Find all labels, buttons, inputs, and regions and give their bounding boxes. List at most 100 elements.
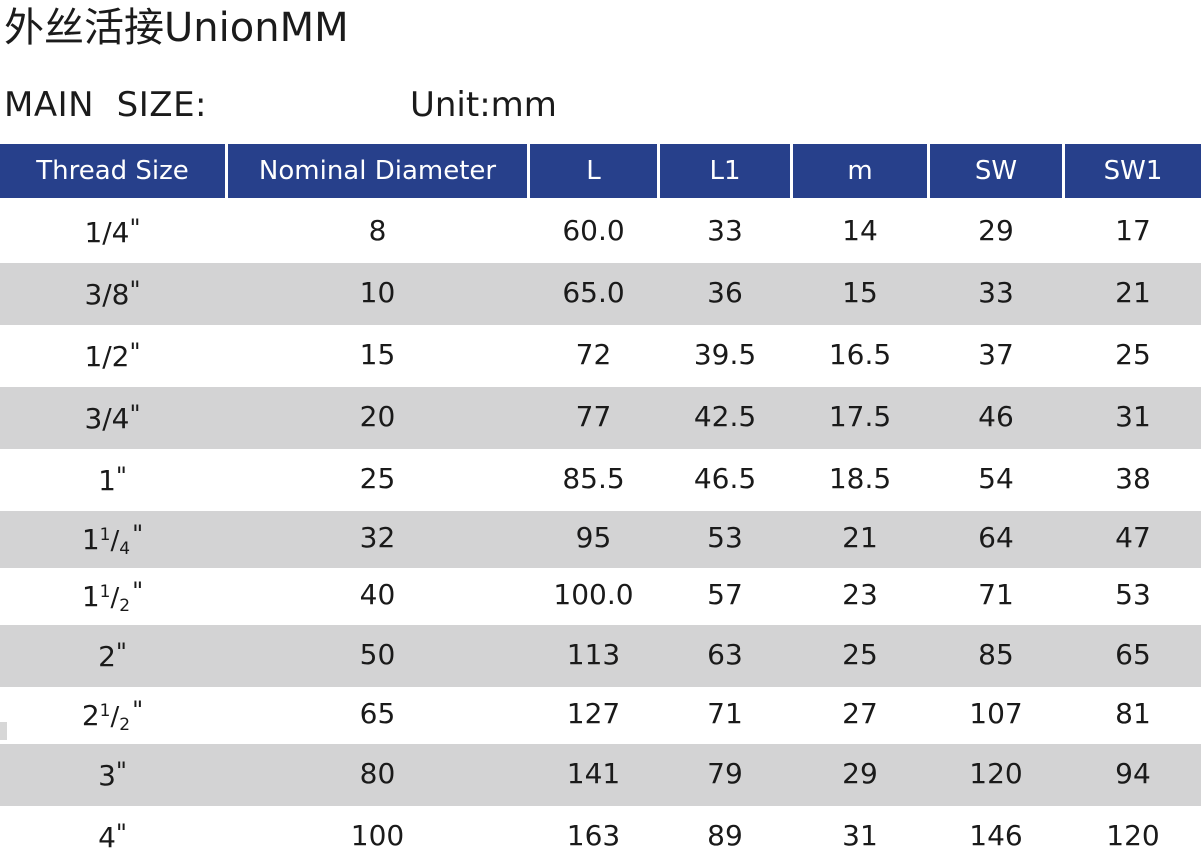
thread-size-fraction: 11/2": [82, 579, 143, 615]
inch-mark: ": [129, 338, 141, 366]
cell-nominal-diameter: 32: [228, 511, 530, 568]
cell-l: 60.0: [530, 201, 660, 263]
cell-thread-size: 11/4": [0, 511, 228, 568]
cell-l1: 46.5: [660, 449, 793, 511]
cell-nominal-diameter: 65: [228, 687, 530, 744]
cell-nominal-diameter: 50: [228, 625, 530, 687]
cell-sw: 33: [930, 263, 1065, 325]
cell-m: 18.5: [793, 449, 930, 511]
cell-sw1: 25: [1065, 325, 1201, 387]
cell-nominal-diameter: 25: [228, 449, 530, 511]
thread-size-fraction: 11/4": [82, 522, 143, 558]
cell-thread-size: 1/4": [0, 201, 228, 263]
table-row: 11/4" 32 95 53 21 64 47: [0, 511, 1201, 568]
table-body: 1/4" 8 60.0 33 14 29 17 3/8" 10 65.0 36 15 33 21 1/2" 1…: [0, 201, 1201, 868]
cell-thread-size: 2": [0, 625, 228, 687]
column-header-l: L: [530, 144, 660, 201]
inch-mark: ": [132, 577, 144, 605]
thread-whole: 2: [81, 699, 100, 732]
specification-table: Thread Size Nominal Diameter L L1 m SW S…: [0, 144, 1201, 868]
cell-sw: 54: [930, 449, 1065, 511]
cell-m: 17.5: [793, 387, 930, 449]
cell-m: 23: [793, 568, 930, 625]
cell-l: 113: [530, 625, 660, 687]
cell-m: 21: [793, 511, 930, 568]
cell-thread-size: 21/2": [0, 687, 228, 744]
cell-sw: 29: [930, 201, 1065, 263]
column-header-m: m: [793, 144, 930, 201]
cell-m: 14: [793, 201, 930, 263]
cell-thread-size: 1/2": [0, 325, 228, 387]
thread-whole: 1: [81, 580, 100, 613]
inch-mark: ": [129, 276, 141, 304]
fraction-slash: /: [110, 526, 120, 556]
cell-sw: 64: [930, 511, 1065, 568]
table-row: 3/4" 20 77 42.5 17.5 46 31: [0, 387, 1201, 449]
column-header-thread-size: Thread Size: [0, 144, 228, 201]
fraction-slash: /: [110, 702, 120, 732]
cell-l1: 39.5: [660, 325, 793, 387]
cell-sw1: 38: [1065, 449, 1201, 511]
thread-size-text: 1": [98, 462, 127, 497]
cell-nominal-diameter: 10: [228, 263, 530, 325]
table-row: 11/2" 40 100.0 57 23 71 53: [0, 568, 1201, 625]
cell-sw1: 120: [1065, 806, 1201, 868]
cell-l1: 42.5: [660, 387, 793, 449]
cell-sw1: 94: [1065, 744, 1201, 806]
column-header-nominal-diameter: Nominal Diameter: [228, 144, 530, 201]
cell-sw1: 21: [1065, 263, 1201, 325]
thread-denominator: 2: [119, 596, 131, 616]
inch-mark: ": [129, 214, 141, 242]
cell-thread-size: 3/8": [0, 263, 228, 325]
column-header-sw1: SW1: [1065, 144, 1201, 201]
subtitle-row: MAIN SIZE: Unit:mm: [4, 84, 704, 128]
cell-m: 25: [793, 625, 930, 687]
thread-size-text: 4": [98, 819, 127, 854]
cell-nominal-diameter: 40: [228, 568, 530, 625]
cell-sw1: 53: [1065, 568, 1201, 625]
column-header-l1: L1: [660, 144, 793, 201]
thread-size-text: 3/8": [84, 276, 141, 311]
thread-size-text: 1/2": [84, 338, 141, 373]
table-row: 1/4" 8 60.0 33 14 29 17: [0, 201, 1201, 263]
cell-nominal-diameter: 100: [228, 806, 530, 868]
cell-m: 15: [793, 263, 930, 325]
scan-edge-artifact: [0, 722, 7, 740]
cell-l1: 33: [660, 201, 793, 263]
cell-l1: 36: [660, 263, 793, 325]
cell-sw: 46: [930, 387, 1065, 449]
cell-sw1: 31: [1065, 387, 1201, 449]
cell-l1: 57: [660, 568, 793, 625]
cell-l: 141: [530, 744, 660, 806]
cell-sw: 107: [930, 687, 1065, 744]
main-size-label: MAIN SIZE:: [4, 85, 208, 125]
cell-l: 100.0: [530, 568, 660, 625]
inch-mark: ": [129, 400, 141, 428]
table-row: 1" 25 85.5 46.5 18.5 54 38: [0, 449, 1201, 511]
cell-thread-size: 11/2": [0, 568, 228, 625]
cell-sw: 146: [930, 806, 1065, 868]
cell-l: 72: [530, 325, 660, 387]
inch-mark: ": [132, 520, 144, 548]
cell-l1: 53: [660, 511, 793, 568]
thread-size-fraction: 21/2": [82, 698, 143, 734]
thread-size-text: 3/4": [84, 400, 141, 435]
cell-l1: 79: [660, 744, 793, 806]
cell-l1: 71: [660, 687, 793, 744]
unit-label: Unit:mm: [410, 85, 557, 125]
cell-sw: 85: [930, 625, 1065, 687]
cell-nominal-diameter: 8: [228, 201, 530, 263]
cell-l: 127: [530, 687, 660, 744]
table-row: 2" 50 113 63 25 85 65: [0, 625, 1201, 687]
table-row: 4" 100 163 89 31 146 120: [0, 806, 1201, 868]
inch-mark: ": [132, 696, 144, 724]
cell-thread-size: 4": [0, 806, 228, 868]
cell-sw1: 17: [1065, 201, 1201, 263]
cell-nominal-diameter: 15: [228, 325, 530, 387]
cell-sw1: 65: [1065, 625, 1201, 687]
cell-thread-size: 3/4": [0, 387, 228, 449]
thread-size-text: 2": [98, 638, 127, 673]
cell-sw1: 47: [1065, 511, 1201, 568]
column-header-sw: SW: [930, 144, 1065, 201]
thread-denominator: 2: [119, 715, 131, 735]
